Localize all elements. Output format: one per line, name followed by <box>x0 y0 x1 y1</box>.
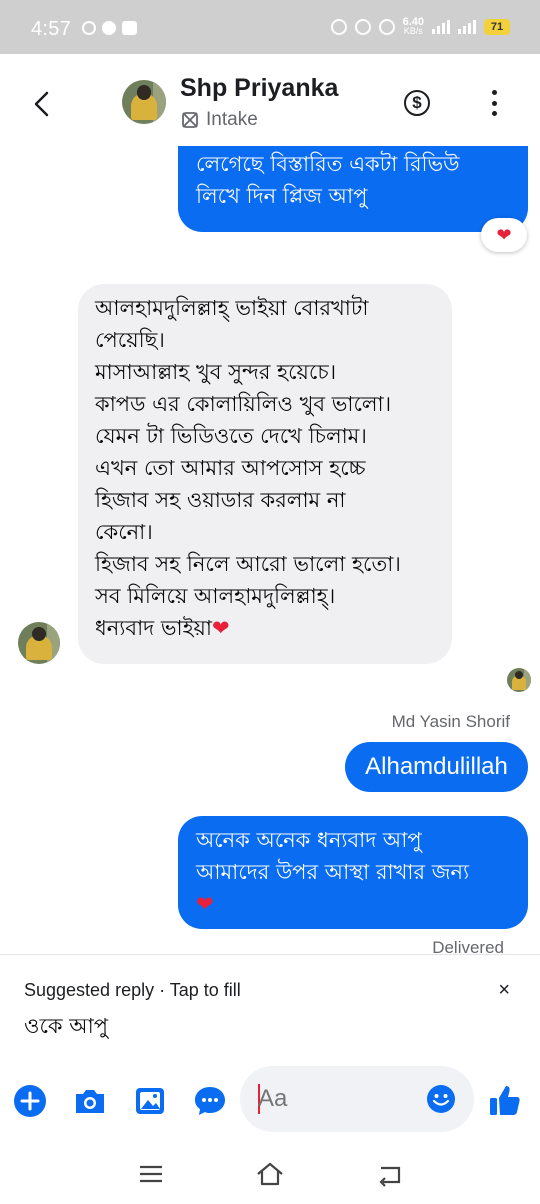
message-thread[interactable]: লেগেছে বিস্তারিত একটা রিভিউ লিখে দিন প্ল… <box>0 146 540 954</box>
message-notification-icon <box>102 21 116 35</box>
signal-icon <box>432 20 450 34</box>
outgoing-message-text: অনেক অনেক ধন্যবাদ আপু আমাদের উপর আস্থা র… <box>196 828 470 884</box>
status-bar: 4:57 6.40 KB/s 71 <box>0 0 540 54</box>
sender-name: Md Yasin Shorif <box>391 712 510 731</box>
status-time: 4:57 <box>31 18 72 40</box>
outgoing-message[interactable]: অনেক অনেক ধন্যবাদ আপু আমাদের উপর আস্থা র… <box>178 816 528 929</box>
battery-icon: 71 <box>484 19 510 35</box>
whatsapp-icon <box>82 21 96 35</box>
network-speed: 6.40 KB/s <box>403 17 424 36</box>
contact-subtitle: Intake <box>180 109 258 131</box>
home-icon[interactable] <box>255 1160 285 1188</box>
gallery-notification-icon <box>122 21 137 35</box>
sender-avatar[interactable] <box>18 622 60 664</box>
suggested-reply-label: Suggested reply · Tap to fill <box>24 980 241 1000</box>
thumbs-up-icon[interactable] <box>489 1084 523 1118</box>
gallery-icon[interactable] <box>133 1084 167 1118</box>
contact-subtitle-label: Intake <box>206 109 258 130</box>
suggested-reply-chip[interactable]: ওকে আপু <box>24 1010 108 1045</box>
incoming-message-text: আলহামদুলিল্লাহ্ ভাইয়া বোরখাটা পেয়েছি। … <box>95 296 401 640</box>
plus-circle-icon[interactable] <box>13 1084 47 1118</box>
chat-header: Shp Priyanka Intake $ <box>0 54 540 146</box>
emoji-icon[interactable] <box>426 1084 456 1114</box>
system-icons: 6.40 KB/s 71 <box>330 17 510 36</box>
dollar-circle-icon[interactable]: $ <box>404 90 430 116</box>
message-composer <box>0 1060 540 1144</box>
contact-avatar[interactable] <box>122 80 166 124</box>
signal-icon-2 <box>458 20 476 34</box>
mute-icon <box>378 19 395 35</box>
contact-name[interactable]: Shp Priyanka <box>180 74 338 103</box>
notification-icons <box>82 21 137 35</box>
system-nav-bar <box>0 1144 540 1204</box>
seen-receipt-avatar <box>507 668 531 692</box>
chevron-left-icon[interactable] <box>30 90 54 118</box>
network-speed-unit: KB/s <box>403 26 423 36</box>
camera-icon[interactable] <box>73 1084 107 1118</box>
headset-icon <box>330 19 347 35</box>
outgoing-message[interactable]: Alhamdulillah <box>345 742 528 792</box>
heart-reaction-icon[interactable]: ❤ <box>481 218 527 252</box>
outgoing-message[interactable]: লেগেছে বিস্তারিত একটা রিভিউ লিখে দিন প্ল… <box>178 146 528 232</box>
chat-bubble-icon[interactable] <box>193 1084 227 1118</box>
delivered-status: Delivered <box>432 938 504 954</box>
heart-emoji-icon: ❤ <box>212 616 230 640</box>
incoming-message[interactable]: আলহামদুলিল্লাহ্ ভাইয়া বোরখাটা পেয়েছি। … <box>78 284 452 664</box>
intake-icon <box>182 112 198 128</box>
suggested-reply-panel: Suggested reply · Tap to fill × ওকে আপু <box>0 954 540 1060</box>
message-input-box[interactable] <box>240 1066 474 1132</box>
back-icon[interactable] <box>375 1160 405 1188</box>
close-icon[interactable]: × <box>498 979 510 1002</box>
alarm-icon <box>354 19 371 35</box>
more-vertical-icon[interactable] <box>490 90 498 116</box>
message-input[interactable] <box>258 1080 428 1118</box>
menu-icon[interactable] <box>136 1160 166 1188</box>
heart-emoji-icon: ❤ <box>196 892 214 916</box>
